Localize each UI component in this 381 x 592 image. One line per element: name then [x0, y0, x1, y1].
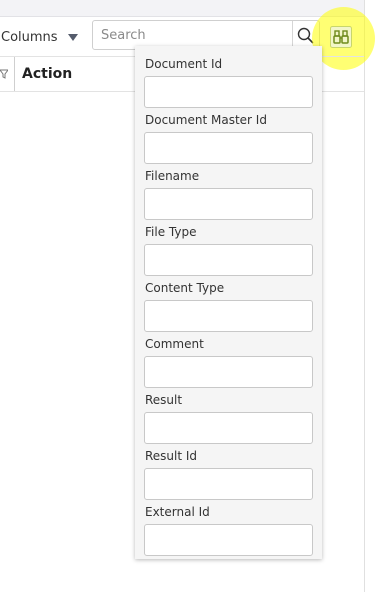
- content-type-input[interactable]: [144, 300, 313, 332]
- right-edge-divider: [364, 0, 365, 592]
- document-master-id-input[interactable]: [144, 132, 313, 164]
- binoculars-icon[interactable]: [330, 26, 352, 48]
- file-type-input[interactable]: [144, 244, 313, 276]
- action-column-header[interactable]: Action: [22, 66, 72, 82]
- external-id-label: External Id: [145, 505, 210, 519]
- comment-input[interactable]: [144, 356, 313, 388]
- result-id-input[interactable]: [144, 468, 313, 500]
- result-label: Result: [145, 393, 183, 407]
- comment-label: Comment: [145, 337, 204, 351]
- external-id-input[interactable]: [144, 524, 313, 556]
- column-separator[interactable]: [14, 57, 15, 91]
- document-id-input[interactable]: [144, 76, 313, 108]
- advanced-search-panel: Document Id Document Master Id Filename …: [135, 46, 322, 559]
- document-id-label: Document Id: [145, 57, 223, 71]
- top-strip: [0, 0, 364, 17]
- file-type-label: File Type: [145, 225, 197, 239]
- result-input[interactable]: [144, 412, 313, 444]
- filename-label: Filename: [145, 169, 200, 183]
- columns-label: Columns: [1, 29, 58, 45]
- filename-input[interactable]: [144, 188, 313, 220]
- document-master-id-label: Document Master Id: [145, 113, 267, 127]
- caret-down-icon: [67, 34, 78, 41]
- result-id-label: Result Id: [145, 449, 198, 463]
- search-input[interactable]: [93, 21, 289, 49]
- filter-icon[interactable]: [0, 69, 8, 79]
- search-divider: [292, 21, 293, 49]
- columns-button[interactable]: Columns: [0, 27, 78, 47]
- content-type-label: Content Type: [145, 281, 225, 295]
